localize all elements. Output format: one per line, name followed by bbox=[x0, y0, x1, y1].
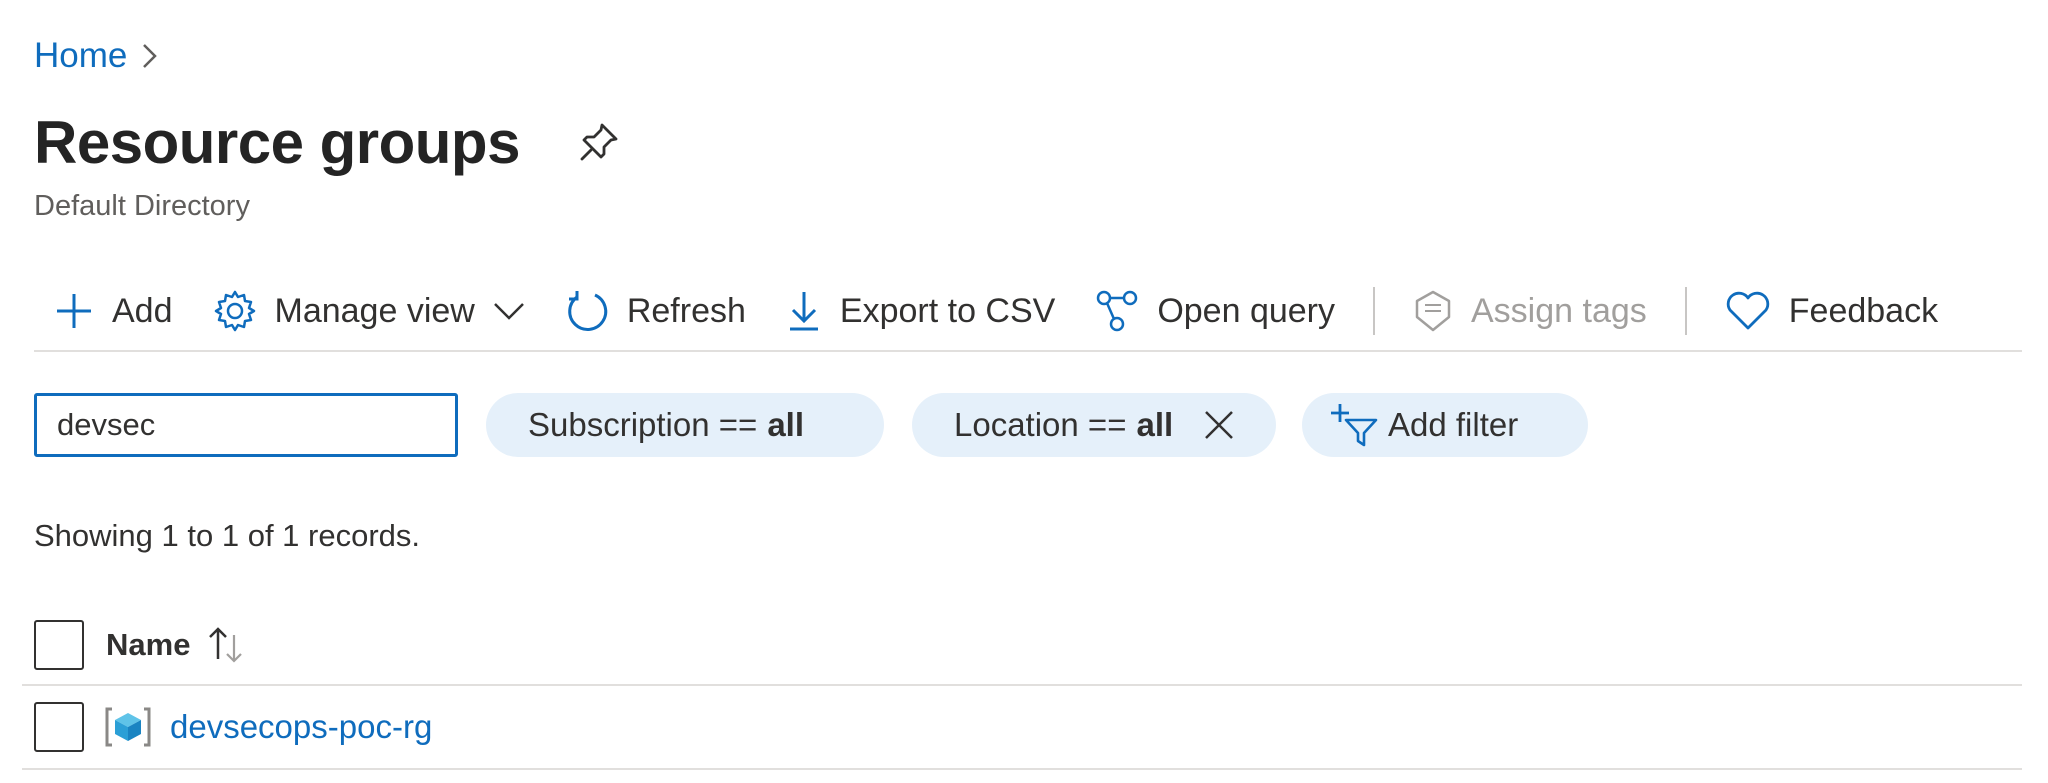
close-icon[interactable] bbox=[1203, 409, 1235, 441]
feedback-button[interactable]: Feedback bbox=[1705, 277, 1958, 345]
tag-icon bbox=[1415, 290, 1451, 332]
command-bar: Add Manage view Refresh Export to CSV Op… bbox=[34, 272, 2022, 352]
manage-view-button[interactable]: Manage view bbox=[193, 277, 545, 345]
table-row: devsecops-poc-rg bbox=[22, 686, 2022, 770]
export-csv-label: Export to CSV bbox=[839, 291, 1056, 330]
row-checkbox[interactable] bbox=[34, 702, 84, 752]
plus-icon bbox=[57, 294, 91, 328]
toolbar-divider bbox=[1684, 287, 1687, 335]
refresh-icon bbox=[568, 291, 608, 331]
assign-tags-button[interactable]: Assign tags bbox=[1393, 277, 1667, 345]
resource-group-icon bbox=[104, 705, 152, 749]
resource-group-link[interactable]: devsecops-poc-rg bbox=[170, 708, 432, 746]
manage-view-label: Manage view bbox=[274, 291, 475, 330]
heart-icon bbox=[1726, 291, 1769, 330]
select-all-checkbox[interactable] bbox=[34, 620, 84, 670]
location-filter-label: Location == bbox=[954, 406, 1127, 443]
refresh-label: Refresh bbox=[626, 291, 746, 330]
add-filter-icon bbox=[1331, 404, 1378, 447]
location-filter-value: all bbox=[1136, 406, 1174, 443]
export-csv-button[interactable]: Export to CSV bbox=[766, 277, 1075, 345]
breadcrumb-home-link[interactable]: Home bbox=[34, 36, 127, 76]
add-filter-button[interactable]: Add filter bbox=[1302, 393, 1588, 457]
query-graph-icon bbox=[1097, 290, 1138, 332]
filter-row: Subscription == all Location == all Add … bbox=[34, 393, 1588, 457]
subscription-filter-label: Subscription == bbox=[528, 406, 758, 443]
refresh-button[interactable]: Refresh bbox=[545, 277, 766, 345]
search-input[interactable] bbox=[34, 393, 458, 457]
location-filter-pill[interactable]: Location == all bbox=[912, 393, 1276, 457]
toolbar-divider bbox=[1373, 287, 1375, 335]
sort-icon[interactable] bbox=[206, 625, 246, 665]
add-button-label: Add bbox=[112, 291, 173, 330]
open-query-label: Open query bbox=[1157, 291, 1335, 330]
column-header-name[interactable]: Name bbox=[106, 627, 190, 663]
feedback-label: Feedback bbox=[1788, 291, 1939, 330]
page-subtitle: Default Directory bbox=[34, 190, 250, 222]
gear-icon bbox=[214, 290, 255, 332]
title-row: Resource groups bbox=[34, 108, 620, 177]
page-title: Resource groups bbox=[34, 109, 520, 176]
open-query-button[interactable]: Open query bbox=[1075, 277, 1355, 345]
records-count: Showing 1 to 1 of 1 records. bbox=[34, 518, 421, 553]
download-icon bbox=[789, 292, 818, 331]
breadcrumb: Home bbox=[34, 36, 159, 76]
assign-tags-label: Assign tags bbox=[1471, 291, 1647, 330]
add-filter-label: Add filter bbox=[1388, 406, 1519, 443]
chevron-down-icon bbox=[493, 303, 524, 320]
pin-icon[interactable] bbox=[578, 121, 620, 168]
subscription-filter-pill[interactable]: Subscription == all bbox=[486, 393, 884, 457]
subscription-filter-value: all bbox=[767, 406, 805, 443]
table-header: Name bbox=[22, 606, 2022, 686]
add-button[interactable]: Add bbox=[34, 277, 193, 345]
chevron-right-icon bbox=[141, 41, 159, 71]
